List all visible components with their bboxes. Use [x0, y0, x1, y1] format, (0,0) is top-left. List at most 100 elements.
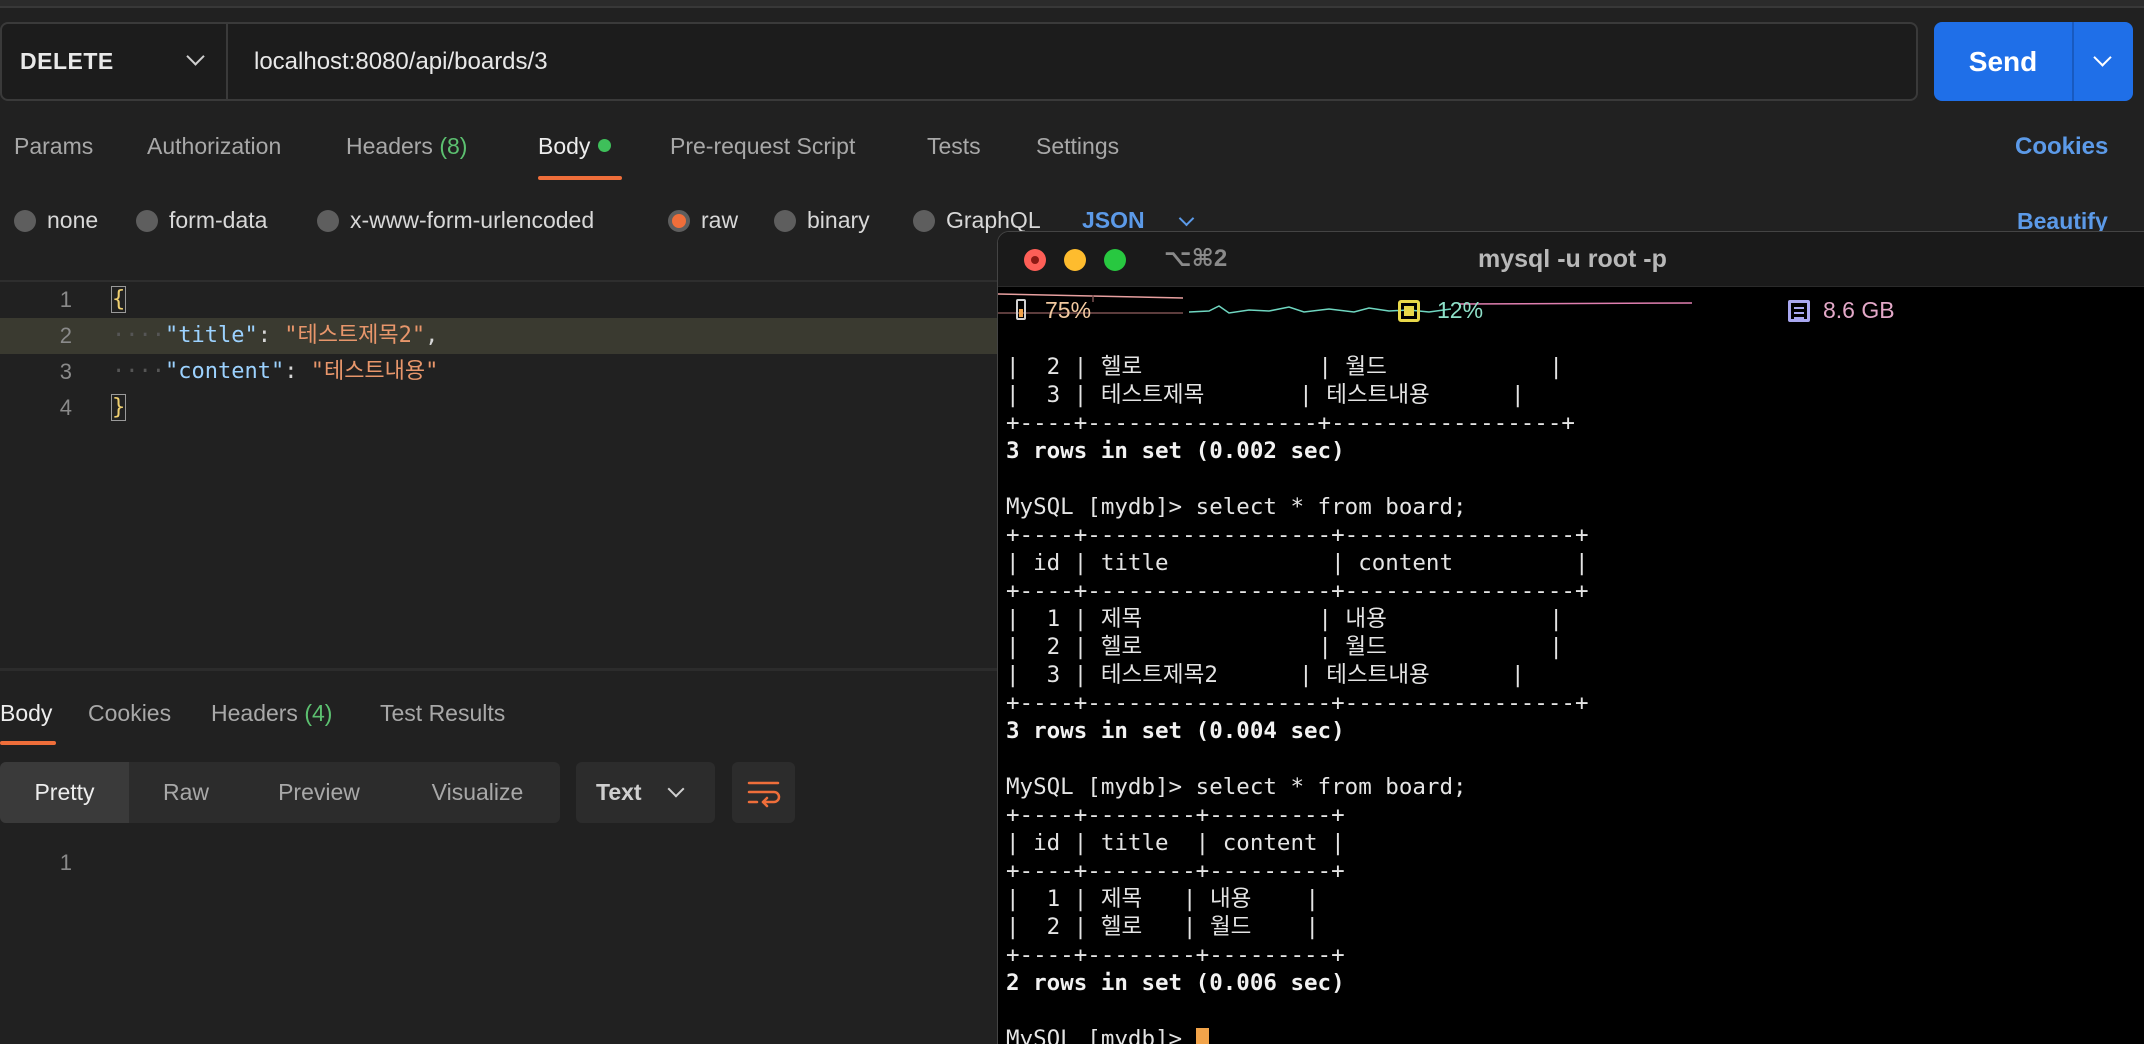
- output-line-command: MySQL [mydb]> select * from board;: [1006, 774, 1467, 800]
- response-headers-label: Headers: [211, 700, 298, 726]
- json-value: "테스트내용": [310, 359, 439, 384]
- json-key: "title": [164, 323, 258, 348]
- tab-shortcut-label: ⌥⌘2: [1164, 245, 1228, 272]
- send-options-chevron-icon[interactable]: [2093, 48, 2112, 67]
- cpu-chip-icon: [1398, 300, 1420, 322]
- send-button[interactable]: Send: [1934, 22, 2133, 101]
- radio-graphql-label: GraphQL: [946, 207, 1041, 233]
- editor-line: 1 {: [0, 282, 1000, 318]
- radio-form-data[interactable]: form-data: [136, 207, 267, 234]
- radio-binary-label: binary: [807, 207, 870, 233]
- terminal-title: mysql -u root -p: [1478, 245, 1667, 273]
- memory-usage: 8.6 GB: [1823, 297, 1895, 323]
- memory-icon: [1788, 300, 1810, 322]
- tab-params[interactable]: Params: [14, 133, 93, 160]
- battery-percent: 75%: [1045, 297, 1092, 323]
- pane-divider[interactable]: [0, 668, 1000, 671]
- wrap-lines-icon: [747, 781, 781, 808]
- json-colon: :: [257, 323, 285, 348]
- minimize-window-button[interactable]: [1064, 249, 1086, 271]
- chevron-down-icon: [667, 780, 685, 798]
- tab-pre-request-script[interactable]: Pre-request Script: [670, 133, 855, 160]
- tab-tests[interactable]: Tests: [927, 133, 981, 160]
- output-line: +----+------------------+---------------…: [1006, 690, 1589, 716]
- line-number: 1: [59, 287, 72, 312]
- output-line: +----+------------------+---------------…: [1006, 522, 1589, 548]
- status-bar: 75% 12% 8.6 GB: [998, 290, 2144, 330]
- terminal-output: | 2 | 헬로 | 월드 | | 3 | 테스트제목 | 테스트내용 | +-…: [1006, 353, 1588, 1044]
- output-line: | 3 | 테스트제목 | 테스트내용 |: [1006, 382, 1525, 408]
- output-line: | id | title | content |: [1006, 830, 1345, 856]
- headers-count: (8): [439, 133, 468, 159]
- output-line-result: 2 rows in set (0.006 sec): [1006, 970, 1345, 996]
- output-line: | 1 | 제목 | 내용 |: [1006, 606, 1563, 632]
- response-format-select[interactable]: Text: [576, 762, 715, 823]
- prompt-line[interactable]: MySQL [mydb]>: [1006, 1026, 1196, 1044]
- radio-form-data-label: form-data: [169, 207, 268, 233]
- output-line-command: MySQL [mydb]> select * from board;: [1006, 494, 1467, 520]
- response-tab-headers[interactable]: Headers (4): [211, 700, 332, 727]
- editor-line: 3 ····"content": "테스트내용": [0, 354, 1000, 390]
- format-label: JSON: [1082, 207, 1145, 233]
- radio-binary[interactable]: binary: [774, 207, 870, 234]
- view-raw-button[interactable]: Raw: [129, 762, 243, 823]
- line-number: 4: [59, 395, 72, 420]
- radio-urlencoded[interactable]: x-www-form-urlencoded: [317, 207, 594, 234]
- wrap-lines-button[interactable]: [732, 762, 795, 823]
- output-line: +----+--------+---------+: [1006, 802, 1345, 828]
- active-response-tab-indicator: [0, 741, 56, 745]
- request-bar: DELETE localhost:8080/api/boards/3: [0, 22, 1918, 101]
- terminal-cursor: [1195, 1028, 1209, 1044]
- json-value: "테스트제목2": [284, 323, 426, 348]
- output-line: | 2 | 헬로 | 월드 |: [1006, 354, 1563, 380]
- output-line: +----+--------+---------+: [1006, 858, 1345, 884]
- tab-headers-label: Headers: [346, 133, 433, 159]
- radio-raw[interactable]: raw: [668, 207, 738, 234]
- battery-icon: [1016, 299, 1026, 320]
- zoom-window-button[interactable]: [1104, 249, 1126, 271]
- json-comma: ,: [425, 323, 439, 348]
- radio-none[interactable]: none: [14, 207, 98, 234]
- output-line-result: 3 rows in set (0.002 sec): [1006, 438, 1345, 464]
- response-format-label: Text: [596, 779, 642, 805]
- send-divider: [2072, 22, 2074, 101]
- view-pretty-button[interactable]: Pretty: [0, 762, 129, 823]
- response-tab-test-results[interactable]: Test Results: [380, 700, 505, 727]
- tab-authorization[interactable]: Authorization: [147, 133, 281, 160]
- format-select[interactable]: JSON: [1082, 207, 1195, 234]
- output-line: +----+-----------------+----------------…: [1006, 410, 1575, 436]
- terminal-titlebar[interactable]: ⌥⌘2 mysql -u root -p: [998, 232, 2144, 287]
- tab-headers[interactable]: Headers (8): [346, 133, 467, 160]
- tab-settings[interactable]: Settings: [1036, 133, 1119, 160]
- response-line-number: 1: [59, 850, 72, 875]
- response-tab-body[interactable]: Body: [0, 700, 52, 727]
- request-body-editor[interactable]: 1 { 2 ····"title": "테스트제목2", 3 ····"cont…: [0, 280, 1000, 670]
- method-select[interactable]: DELETE: [2, 24, 228, 99]
- json-key: "content": [164, 359, 285, 384]
- tab-body[interactable]: Body: [538, 133, 612, 160]
- body-modified-dot: [598, 139, 612, 152]
- tab-body-label: Body: [538, 133, 591, 159]
- radio-circle: [14, 209, 36, 232]
- radio-circle: [136, 209, 158, 232]
- view-visualize-button[interactable]: Visualize: [395, 762, 560, 823]
- view-preview-button[interactable]: Preview: [243, 762, 395, 823]
- editor-line-highlighted: 2 ····"title": "테스트제목2",: [0, 318, 1000, 354]
- window-top-edge: [0, 0, 2144, 8]
- url-input[interactable]: localhost:8080/api/boards/3: [254, 24, 548, 99]
- chevron-down-icon: [1178, 210, 1195, 227]
- line-number: 3: [59, 359, 72, 384]
- terminal-window[interactable]: ⌥⌘2 mysql -u root -p 75% 12% 8.6 GB | 2 …: [997, 231, 2144, 1044]
- close-window-button[interactable]: [1024, 249, 1046, 271]
- indent-dots: ····: [112, 323, 165, 348]
- cookies-link[interactable]: Cookies: [2015, 133, 2108, 161]
- output-line: | 3 | 테스트제목2 | 테스트내용 |: [1006, 662, 1525, 688]
- radio-graphql[interactable]: GraphQL: [913, 207, 1041, 234]
- memory-graph: [1457, 302, 1692, 305]
- indent-dots: ····: [112, 359, 165, 384]
- send-label: Send: [1968, 46, 2038, 77]
- output-line: | 2 | 헬로 | 월드 |: [1006, 634, 1563, 660]
- output-line-result: 3 rows in set (0.004 sec): [1006, 718, 1345, 744]
- editor-line: 4 }: [0, 390, 1000, 426]
- response-tab-cookies[interactable]: Cookies: [88, 700, 171, 727]
